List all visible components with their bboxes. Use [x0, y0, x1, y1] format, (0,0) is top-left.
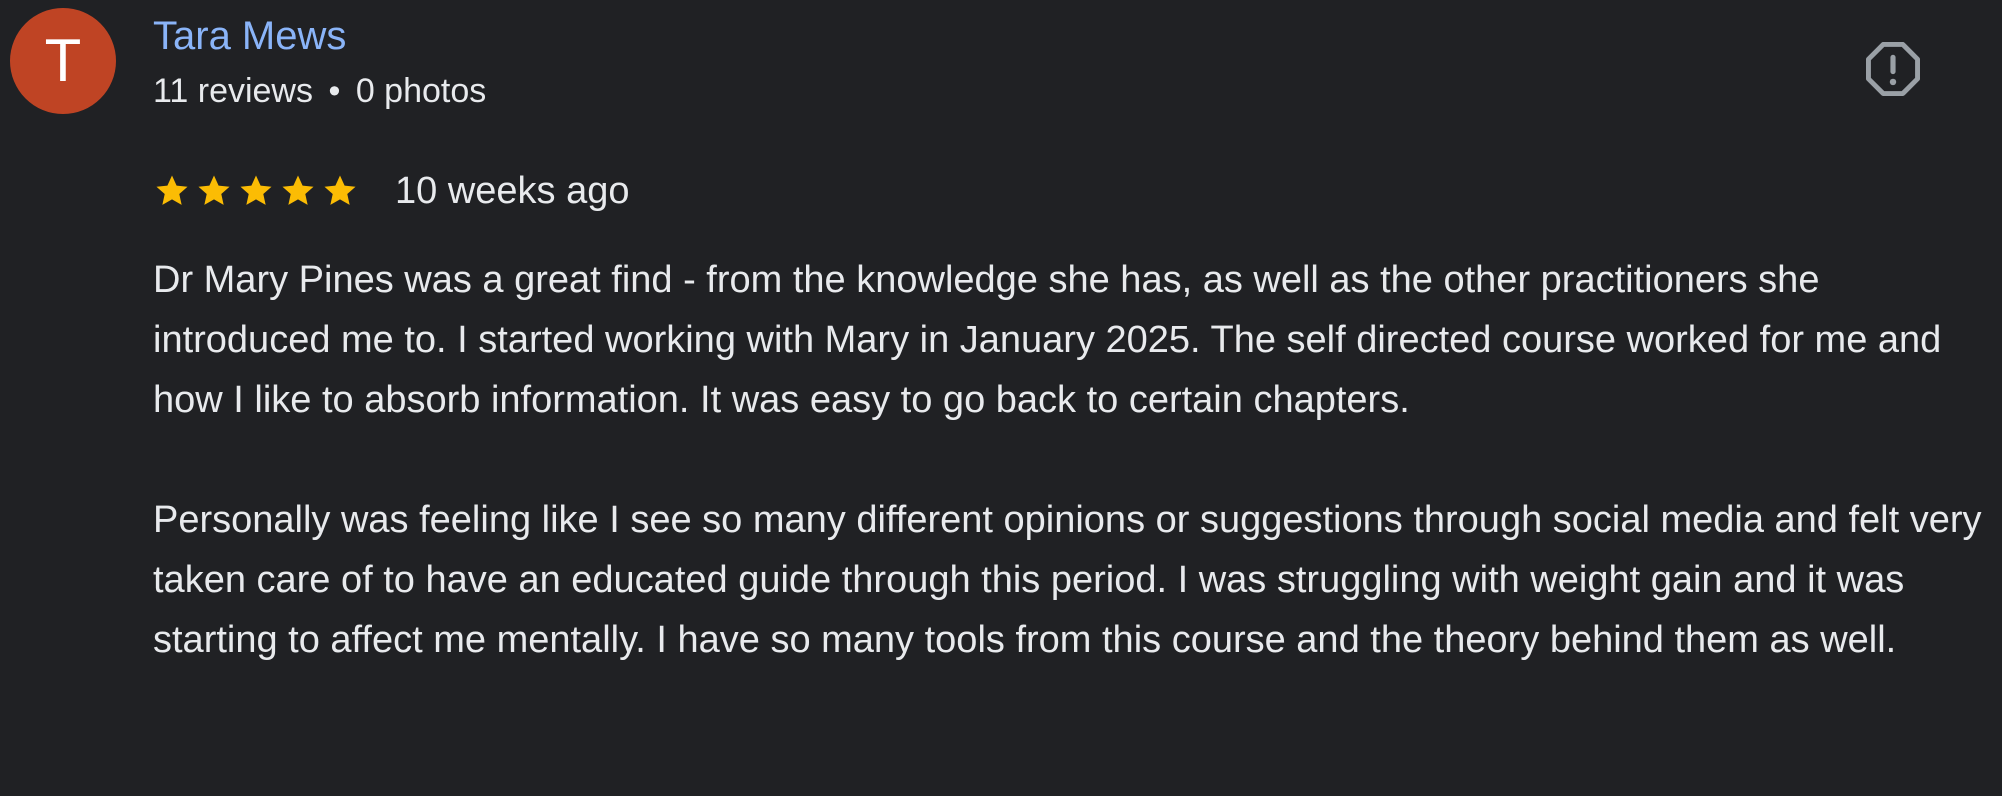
review-paragraph-2: Personally was feeling like I see so man… — [153, 499, 1982, 661]
star-icon — [282, 175, 314, 205]
review-time: 10 weeks ago — [395, 169, 630, 212]
report-icon[interactable] — [1862, 38, 1924, 100]
star-icon — [156, 175, 188, 205]
star-icon — [324, 175, 356, 205]
rating-row: 10 weeks ago — [153, 166, 630, 216]
star-rating — [153, 172, 359, 210]
star-icon — [198, 175, 230, 205]
review-paragraph-1: Dr Mary Pines was a great find - from th… — [153, 259, 1942, 421]
reviews-count: 11 reviews — [153, 72, 313, 110]
author-meta: 11 reviews • 0 photos — [153, 68, 486, 114]
photos-count: 0 photos — [355, 72, 487, 110]
review-card: T Tara Mews 11 reviews • 0 photos 10 wee… — [0, 0, 2002, 796]
review-text: Dr Mary Pines was a great find - from th… — [153, 250, 1983, 670]
author-name[interactable]: Tara Mews — [153, 12, 346, 60]
avatar-letter: T — [44, 27, 82, 94]
meta-separator: • — [328, 72, 341, 110]
star-icon — [240, 175, 272, 205]
avatar[interactable]: T — [10, 8, 116, 114]
